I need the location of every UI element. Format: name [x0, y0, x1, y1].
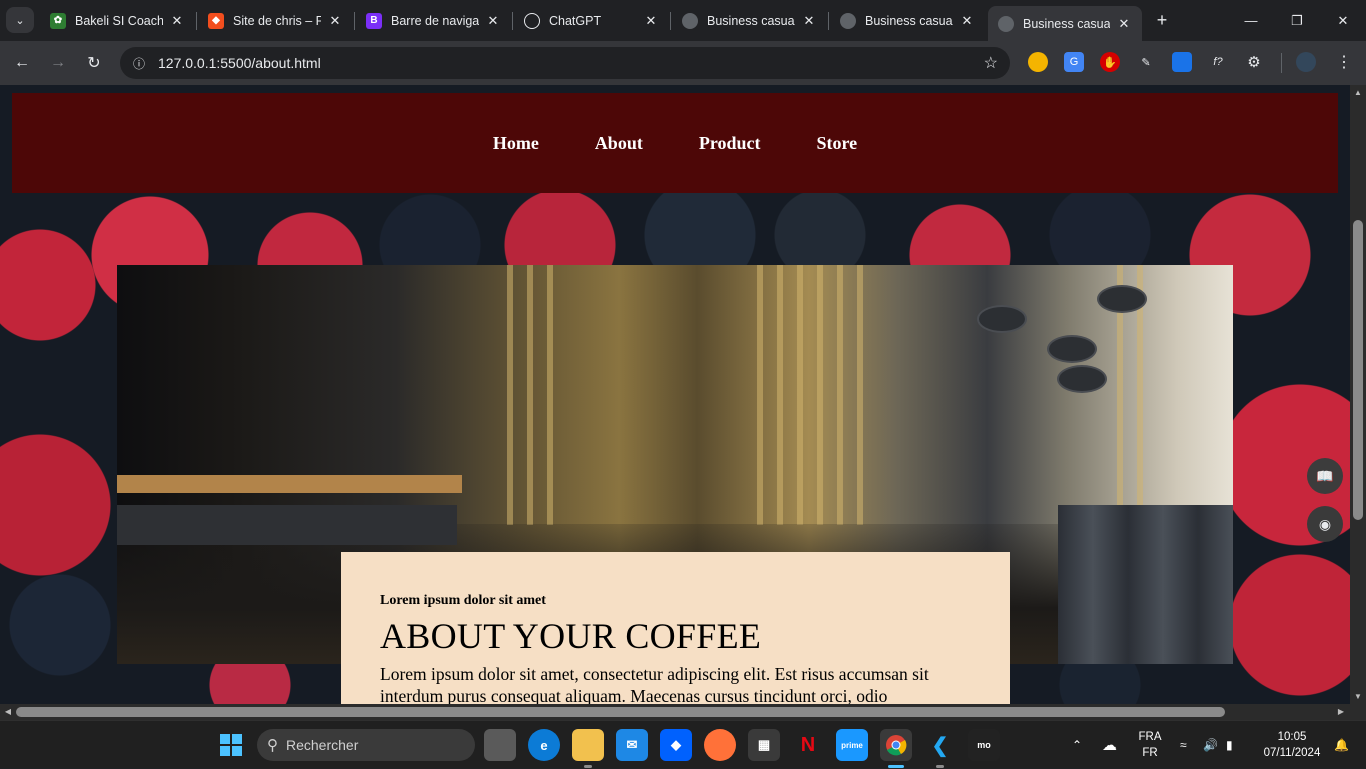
bookmark-star-icon[interactable]: ☆	[984, 53, 998, 73]
task-view-icon[interactable]	[484, 729, 516, 761]
reading-mode-icon[interactable]: 📖	[1307, 458, 1343, 494]
clock-time: 10:05	[1277, 731, 1307, 743]
google-translate-icon[interactable]: G	[1064, 52, 1084, 72]
chatgpt-icon	[524, 12, 540, 29]
reload-button[interactable]: ↻	[80, 49, 108, 77]
firefox-icon[interactable]	[704, 729, 736, 761]
page-viewport: Home About Product Store Lorem ipsum dol…	[0, 85, 1350, 704]
bakeli-icon: ✿	[50, 12, 66, 29]
tray-overflow-icon[interactable]: ⌃	[1072, 721, 1082, 769]
microsoft-store-icon[interactable]: ▦	[748, 729, 780, 761]
tab-search-button[interactable]: ⌄	[6, 7, 34, 33]
close-icon[interactable]: ✕	[643, 13, 659, 29]
nav-link-home[interactable]: Home	[465, 133, 567, 154]
extensions-puzzle-icon[interactable]: ⚙	[1244, 52, 1264, 72]
card-eyebrow: Lorem ipsum dolor sit amet	[380, 593, 546, 608]
dropbox-icon[interactable]: ◆	[660, 729, 692, 761]
tab-title: ChatGPT	[549, 13, 602, 28]
profile-avatar-icon[interactable]	[1296, 52, 1316, 72]
address-bar[interactable]: ⓘ 127.0.0.1:5500/about.html ☆	[120, 47, 1010, 79]
tab[interactable]: Business casual ✕	[672, 6, 827, 35]
onedrive-icon[interactable]: ☁	[1102, 721, 1117, 769]
tab-strip: ⌄ ✿ Bakeli SI Coaching ✕ ◆ Site de chris…	[0, 0, 1366, 41]
menu-kebab-icon[interactable]: ⋮	[1334, 52, 1354, 72]
forward-button[interactable]: →	[44, 49, 72, 77]
globe-icon	[840, 12, 856, 29]
bootstrap-icon: B	[366, 12, 382, 29]
nav-link-about[interactable]: About	[567, 133, 671, 154]
chrome-icon[interactable]	[880, 729, 912, 761]
horizontal-scroll-thumb[interactable]	[16, 707, 1225, 717]
vscode-icon[interactable]: ❮	[924, 729, 956, 761]
search-placeholder: Rechercher	[286, 737, 359, 753]
window-close-button[interactable]: ✕	[1320, 0, 1366, 41]
tab[interactable]: ChatGPT ✕	[514, 6, 669, 35]
tab-title: Business casual	[1023, 16, 1110, 31]
horizontal-scrollbar[interactable]: ◀ ▶	[0, 704, 1350, 720]
taskbar-search[interactable]: ⚲ Rechercher	[257, 729, 475, 761]
site-navbar: Home About Product Store	[12, 93, 1338, 193]
side-panel-extension-icon[interactable]: ◉	[1307, 506, 1343, 542]
about-card: Lorem ipsum dolor sit amet ABOUT YOUR CO…	[341, 552, 1010, 704]
vertical-scroll-thumb[interactable]	[1353, 220, 1363, 520]
close-icon[interactable]: ✕	[959, 13, 975, 29]
prime-video-icon[interactable]: prime	[836, 729, 868, 761]
restore-button[interactable]: ❐	[1274, 0, 1320, 41]
url-text[interactable]: 127.0.0.1:5500/about.html	[158, 55, 321, 71]
adblock-icon[interactable]: ✋	[1100, 52, 1120, 72]
vertical-scrollbar[interactable]: ▲ ▼	[1350, 85, 1366, 704]
tab-active[interactable]: Business casual ✕	[988, 6, 1142, 41]
card-body: Lorem ipsum dolor sit amet, consectetur …	[380, 664, 929, 704]
tab[interactable]: B Barre de navigation ✕	[356, 6, 511, 35]
figma-icon: ◆	[208, 12, 224, 29]
globe-icon	[998, 15, 1014, 32]
keyboard-code: FR	[1142, 747, 1158, 759]
app-icon[interactable]: mo	[968, 729, 1000, 761]
clock-date: 07/11/2024	[1263, 747, 1321, 759]
back-button[interactable]: ←	[8, 49, 36, 77]
tab-title: Barre de navigation	[391, 13, 479, 28]
tab-title: Bakeli SI Coaching	[75, 13, 163, 28]
tab-title: Site de chris – Figma	[233, 13, 321, 28]
extension-icon[interactable]	[1028, 52, 1048, 72]
minimize-button[interactable]: —	[1228, 0, 1274, 41]
lang-code: FRA	[1138, 731, 1162, 743]
edge-icon[interactable]: e	[528, 729, 560, 761]
new-tab-button[interactable]: +	[1150, 8, 1174, 32]
close-icon[interactable]: ✕	[801, 13, 817, 29]
tab[interactable]: Business casual ✕	[830, 6, 985, 35]
windows-start-icon[interactable]	[215, 729, 247, 761]
close-icon[interactable]: ✕	[169, 13, 185, 29]
clock[interactable]: 10:05 07/11/2024	[1254, 729, 1330, 761]
language-indicator[interactable]: FRA FR	[1136, 729, 1164, 761]
close-icon[interactable]: ✕	[1116, 16, 1132, 32]
battery-icon[interactable]: ▮	[1226, 721, 1233, 769]
tab-title: Business casual	[865, 13, 953, 28]
site-info-icon[interactable]: ⓘ	[128, 52, 150, 74]
docs-icon[interactable]	[1172, 52, 1192, 72]
tab[interactable]: ◆ Site de chris – Figma ✕	[198, 6, 353, 35]
tab[interactable]: ✿ Bakeli SI Coaching ✕	[40, 6, 195, 35]
tab-title: Business casual	[707, 13, 795, 28]
color-picker-icon[interactable]: ✎	[1136, 52, 1156, 72]
close-icon[interactable]: ✕	[327, 13, 343, 29]
nav-link-store[interactable]: Store	[789, 133, 886, 154]
globe-icon	[682, 12, 698, 29]
font-icon[interactable]: f?	[1208, 52, 1228, 72]
file-explorer-icon[interactable]	[572, 729, 604, 761]
browser-toolbar: ← → ↻ ⓘ 127.0.0.1:5500/about.html ☆ G ✋ …	[0, 41, 1366, 85]
card-heading: ABOUT YOUR COFFEE	[380, 616, 762, 656]
wifi-icon[interactable]: ≈	[1180, 721, 1187, 769]
volume-icon[interactable]: 🔊	[1203, 721, 1218, 769]
mail-icon[interactable]: ✉	[616, 729, 648, 761]
close-icon[interactable]: ✕	[485, 13, 501, 29]
windows-taskbar: ⚲ Rechercher e ✉ ◆ ▦ N prime ❮ mo ⌃ ☁ FR…	[0, 720, 1366, 768]
notifications-icon[interactable]: 🔔	[1334, 721, 1349, 769]
netflix-icon[interactable]: N	[792, 729, 824, 761]
search-icon: ⚲	[267, 737, 278, 754]
nav-link-product[interactable]: Product	[671, 133, 789, 154]
